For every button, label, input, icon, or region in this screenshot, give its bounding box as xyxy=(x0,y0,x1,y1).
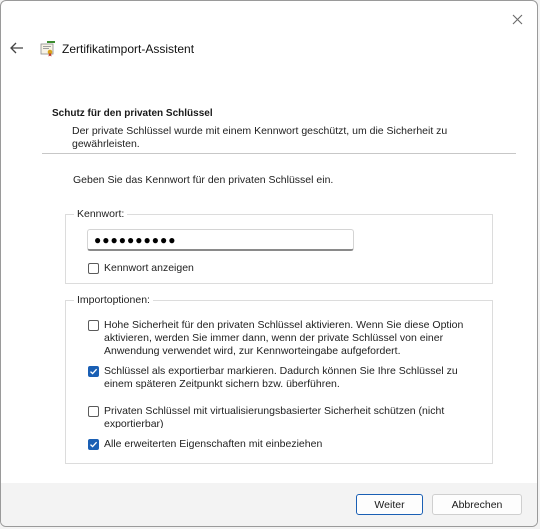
option-high-security[interactable]: Hohe Sicherheit für den privaten Schlüss… xyxy=(88,319,483,358)
extended-properties-checkbox[interactable] xyxy=(88,439,99,450)
header-description: Der private Schlüssel wurde mit einem Ke… xyxy=(72,125,448,150)
arrow-left-icon xyxy=(10,42,23,54)
option-extended-properties[interactable]: Alle erweiterten Eigenschaften mit einbe… xyxy=(88,438,483,451)
extended-properties-label: Alle erweiterten Eigenschaften mit einbe… xyxy=(104,438,323,450)
close-icon xyxy=(512,14,522,24)
show-password-label: Kennwort anzeigen xyxy=(104,262,194,274)
back-button[interactable] xyxy=(7,37,27,59)
password-input[interactable]: ●●●●●●●●●● xyxy=(87,229,354,251)
checkmark-icon xyxy=(90,441,98,448)
close-button[interactable] xyxy=(507,9,527,29)
password-prompt: Geben Sie das Kennwort für den privaten … xyxy=(73,174,334,186)
next-button[interactable]: Weiter xyxy=(356,494,423,515)
exportable-label: Schlüssel als exportierbar markieren. Da… xyxy=(104,365,458,390)
vbs-protection-checkbox[interactable] xyxy=(88,406,99,417)
vbs-protection-label: Privaten Schlüssel mit virtualisierungsb… xyxy=(104,405,445,428)
page-header: Schutz für den privaten Schlüssel Der pr… xyxy=(1,97,537,155)
high-security-label: Hohe Sicherheit für den privaten Schlüss… xyxy=(104,319,464,357)
high-security-checkbox[interactable] xyxy=(88,320,99,331)
show-password-checkbox[interactable] xyxy=(88,263,99,274)
wizard-window: Zertifikatimport-Assistent Schutz für de… xyxy=(0,0,538,527)
checkmark-icon xyxy=(90,368,98,375)
button-bar: Weiter Abbrechen xyxy=(1,483,537,526)
cancel-button[interactable]: Abbrechen xyxy=(432,494,522,515)
header-title: Schutz für den privaten Schlüssel xyxy=(52,108,213,119)
option-vbs-protection[interactable]: Privaten Schlüssel mit virtualisierungsb… xyxy=(88,405,483,428)
exportable-checkbox[interactable] xyxy=(88,366,99,377)
title-bar: Zertifikatimport-Assistent xyxy=(1,31,537,67)
show-password-option[interactable]: Kennwort anzeigen xyxy=(88,262,194,275)
header-divider xyxy=(42,153,516,154)
window-title: Zertifikatimport-Assistent xyxy=(62,42,195,56)
option-exportable[interactable]: Schlüssel als exportierbar markieren. Da… xyxy=(88,365,483,391)
certificate-wizard-icon xyxy=(40,41,55,57)
password-group-label: Kennwort: xyxy=(74,208,128,220)
import-options-label: Importoptionen: xyxy=(74,294,153,306)
